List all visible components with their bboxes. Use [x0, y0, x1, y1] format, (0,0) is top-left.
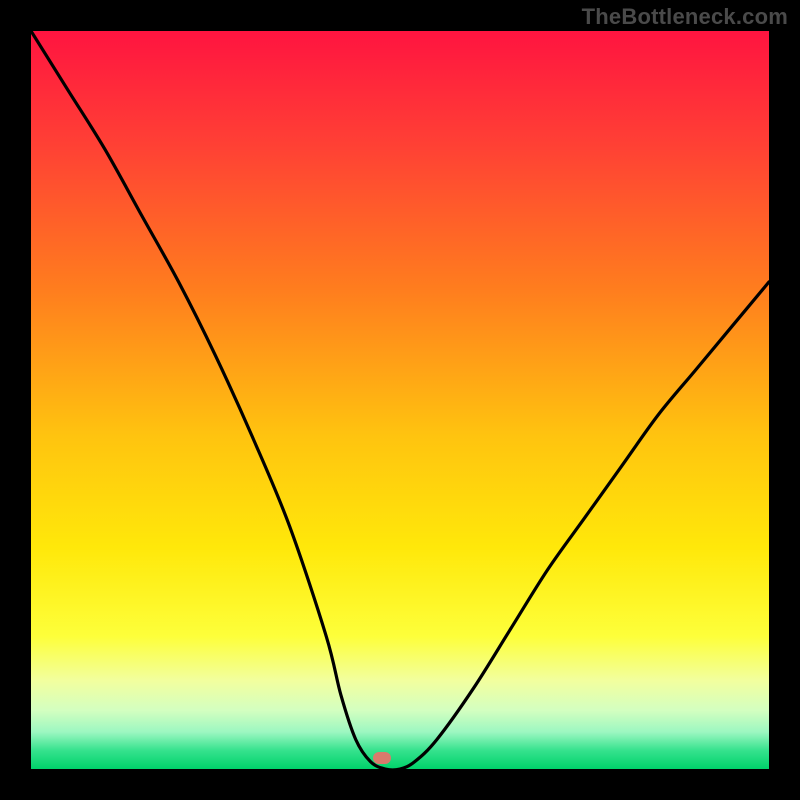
bottleneck-curve — [31, 31, 769, 769]
plot-area — [31, 31, 769, 769]
chart-frame: TheBottleneck.com — [0, 0, 800, 800]
optimal-point-marker — [373, 752, 391, 764]
watermark-text: TheBottleneck.com — [582, 4, 788, 30]
